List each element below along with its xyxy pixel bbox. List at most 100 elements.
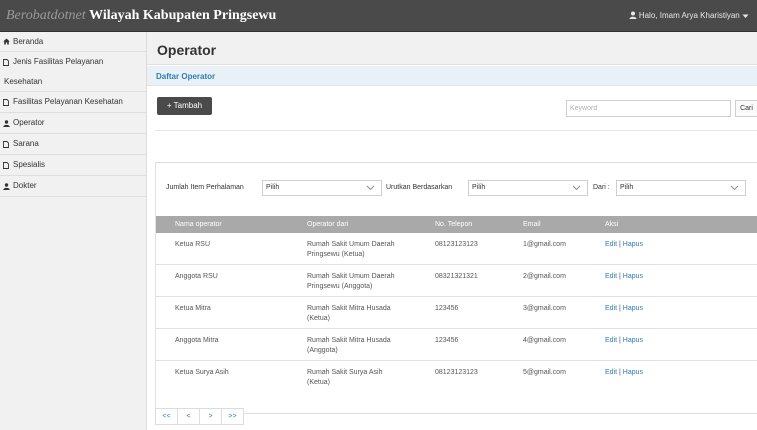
edit-link[interactable]: Edit	[605, 241, 617, 248]
search-input[interactable]	[566, 100, 731, 117]
section-header: Daftar Operator	[147, 66, 757, 86]
delete-link[interactable]: Hapus	[623, 337, 643, 344]
items-per-page-select[interactable]: Pilih	[262, 180, 382, 196]
sidebar-item-jenis-fasilitas[interactable]: Jenis Fasilitas Pelayanan Kesehatan	[0, 52, 146, 92]
operator-from-line1: Rumah Sakit Mitra Husada	[307, 305, 391, 312]
operator-from-line1: Rumah Sakit Surya Asih	[307, 369, 383, 376]
operator-from-line1: Rumah Sakit Umum Daerah	[307, 273, 395, 280]
sidebar-item-label: Beranda	[13, 37, 44, 46]
action-separator: |	[619, 337, 621, 344]
delete-link[interactable]: Hapus	[623, 241, 643, 248]
operator-from: Rumah Sakit Umum Daerah Pringsewu (Anggot…	[307, 272, 395, 292]
row-actions: Edit | Hapus	[605, 272, 643, 282]
select-value: Pilih	[472, 184, 486, 191]
user-greeting: Halo, Imam Arya Kharistiyan	[638, 11, 740, 20]
sidebar-item-label: Dokter	[13, 181, 37, 190]
prev-page-button[interactable]: <	[177, 408, 200, 425]
chevron-down-icon	[366, 185, 375, 191]
edit-link[interactable]: Edit	[605, 369, 617, 376]
action-separator: |	[619, 241, 621, 248]
home-icon	[3, 38, 10, 45]
search-button[interactable]: Cari	[735, 100, 757, 117]
document-icon	[3, 141, 9, 148]
sidebar-item-label: Jenis Fasilitas Pelayanan	[13, 57, 104, 66]
user-icon	[629, 11, 637, 19]
chevron-down-icon	[572, 185, 581, 191]
last-page-button[interactable]: >>	[221, 408, 244, 425]
divider	[155, 130, 757, 131]
sidebar-item-label: Operator	[13, 118, 45, 127]
operator-email: 2@gmail.com	[523, 273, 566, 280]
table-row: Ketua RSU Rumah Sakit Umum Daerah Pringse…	[156, 233, 757, 265]
operator-email: 3@gmail.com	[523, 305, 566, 312]
brand-name: Berobatdotnet	[6, 8, 86, 23]
operator-email: 5@gmail.com	[523, 369, 566, 376]
delete-link[interactable]: Hapus	[623, 273, 643, 280]
brand-region: Wilayah Kabupaten Pringsewu	[89, 8, 277, 23]
first-page-button[interactable]: <<	[155, 408, 178, 425]
order-select[interactable]: Pilih	[616, 180, 746, 196]
sidebar-item-operator[interactable]: Operator	[0, 113, 146, 134]
operator-phone: 123456	[435, 305, 459, 312]
delete-link[interactable]: Hapus	[623, 305, 643, 312]
operator-from: Rumah Sakit Mitra Husada (Anggota)	[307, 336, 391, 356]
top-navbar: Berobatdotnet Wilayah Kabupaten Pringsew…	[0, 0, 757, 32]
sidebar-item-label: Fasilitas Pelayanan Kesehatan	[13, 97, 123, 106]
sort-by-label: Urutkan Berdasarkan	[386, 184, 453, 191]
column-header: No. Telepon	[435, 221, 473, 228]
user-menu[interactable]: Halo, Imam Arya Kharistiyan	[629, 10, 749, 22]
order-label: Dari :	[593, 184, 610, 191]
edit-link[interactable]: Edit	[605, 273, 617, 280]
sidebar-item-spesialis[interactable]: Spesialis	[0, 155, 146, 176]
pagination: << < > >>	[155, 408, 244, 425]
edit-link[interactable]: Edit	[605, 337, 617, 344]
operator-from-line2: Pringsewu (Ketua)	[307, 251, 365, 258]
operator-from-line2: (Ketua)	[307, 315, 330, 322]
sidebar-item-dokter[interactable]: Dokter	[0, 176, 146, 197]
page-header: Operator	[147, 32, 757, 65]
main-content: Operator Daftar Operator + Tambah Cari J…	[147, 32, 757, 430]
action-separator: |	[619, 273, 621, 280]
next-page-button[interactable]: >	[199, 408, 222, 425]
action-separator: |	[619, 305, 621, 312]
operator-from-line2: (Ketua)	[307, 379, 330, 386]
operator-from: Rumah Sakit Umum Daerah Pringsewu (Ketua)	[307, 240, 395, 260]
column-header: Aksi	[605, 221, 619, 228]
operator-name: Anggota Mitra	[175, 337, 219, 344]
row-actions: Edit | Hapus	[605, 336, 643, 346]
operator-from-line2: Pringsewu (Anggota)	[307, 283, 373, 290]
operator-phone: 08123123123	[435, 369, 478, 376]
edit-link[interactable]: Edit	[605, 305, 617, 312]
table-row: Ketua Surya Asih Rumah Sakit Surya Asih (…	[156, 361, 757, 391]
operator-phone: 08321321321	[435, 273, 478, 280]
caret-down-icon	[742, 14, 749, 18]
document-icon	[3, 59, 9, 66]
sidebar-item-label: Spesialis	[13, 160, 46, 169]
operator-from-line1: Rumah Sakit Mitra Husada	[307, 337, 391, 344]
operator-name: Ketua Mitra	[175, 305, 211, 312]
brand-logo[interactable]: Berobatdotnet Wilayah Kabupaten Pringsew…	[6, 8, 276, 24]
sidebar-item-beranda[interactable]: Beranda	[0, 32, 146, 52]
add-button[interactable]: + Tambah	[157, 97, 212, 115]
operator-name: Ketua Surya Asih	[175, 369, 229, 376]
sort-by-select[interactable]: Pilih	[468, 180, 588, 196]
document-icon	[3, 162, 9, 169]
operator-from: Rumah Sakit Surya Asih (Ketua)	[307, 368, 382, 388]
operator-from-line1: Rumah Sakit Umum Daerah	[307, 241, 395, 248]
row-actions: Edit | Hapus	[605, 304, 643, 314]
page-title: Operator	[157, 42, 217, 58]
chevron-down-icon	[730, 185, 739, 191]
select-value: Pilih	[620, 184, 634, 191]
column-header: Email	[523, 221, 541, 228]
sidebar-item-fasilitas[interactable]: Fasilitas Pelayanan Kesehatan	[0, 92, 146, 113]
sidebar: Beranda Jenis Fasilitas Pelayanan Keseha…	[0, 32, 147, 430]
items-per-page-label: Jumlah Item Perhalaman	[166, 184, 244, 191]
sidebar-item-sarana[interactable]: Sarana	[0, 134, 146, 155]
operator-name: Anggota RSU	[175, 273, 218, 280]
section-title: Daftar Operator	[156, 72, 216, 81]
column-header: Operator dari	[307, 221, 349, 228]
operator-phone: 123456	[435, 337, 459, 344]
sidebar-item-label: Sarana	[13, 139, 39, 148]
delete-link[interactable]: Hapus	[623, 369, 643, 376]
operator-email: 1@gmail.com	[523, 241, 566, 248]
